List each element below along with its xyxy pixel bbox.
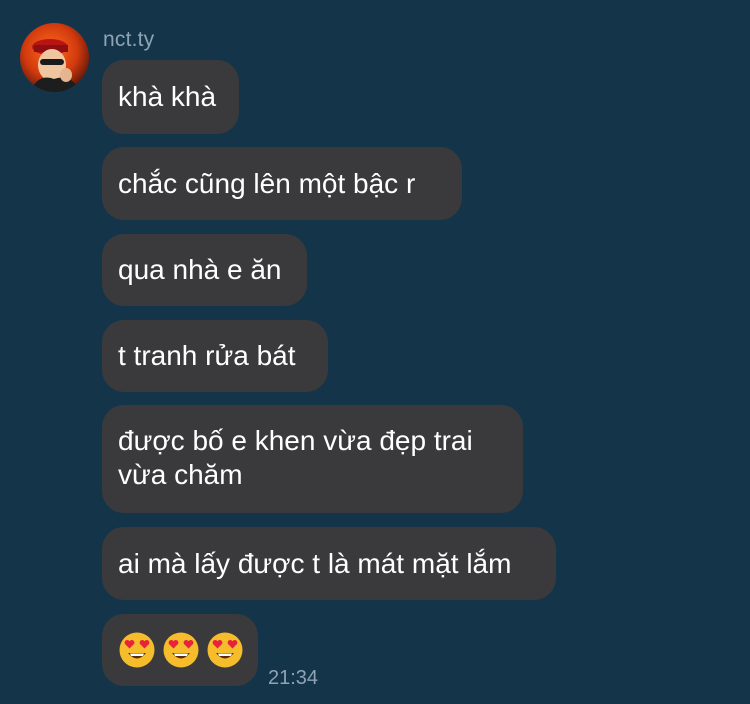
message-text: ai mà lấy được t là mát mặt lắm [118,547,512,579]
message-text: khà khà [118,81,217,112]
message-text: chắc cũng lên một bậc r [118,167,416,199]
avatar[interactable] [20,23,89,92]
message-bubble[interactable]: chắc cũng lên một bậc r [102,147,462,220]
message-bubble[interactable]: t tranh rửa bát [102,320,328,392]
message-text-line: được bố e khen vừa đẹp trai [118,425,473,456]
sender-name: nct.ty [103,28,155,51]
emoji-message-bubble[interactable] [102,614,258,686]
message-timestamp: 21:34 [268,667,319,689]
message-bubble[interactable]: qua nhà e ăn [102,234,307,306]
heart-eyes-emoji-icon [119,632,155,668]
message-bubble[interactable]: ai mà lấy được t là mát mặt lắm [102,527,556,600]
avatar-image [20,23,89,92]
message-text: qua nhà e ăn [118,254,282,285]
emoji-row [118,631,244,669]
message-text: t tranh rửa bát [118,340,296,371]
heart-eyes-emoji-icon [207,632,243,668]
heart-eyes-emoji-icon [163,632,199,668]
message-bubble[interactable]: được bố e khen vừa đẹp trai vừa chăm [102,405,523,513]
message-bubble[interactable]: khà khà [102,60,239,134]
message-text-line: vừa chăm [118,459,243,490]
